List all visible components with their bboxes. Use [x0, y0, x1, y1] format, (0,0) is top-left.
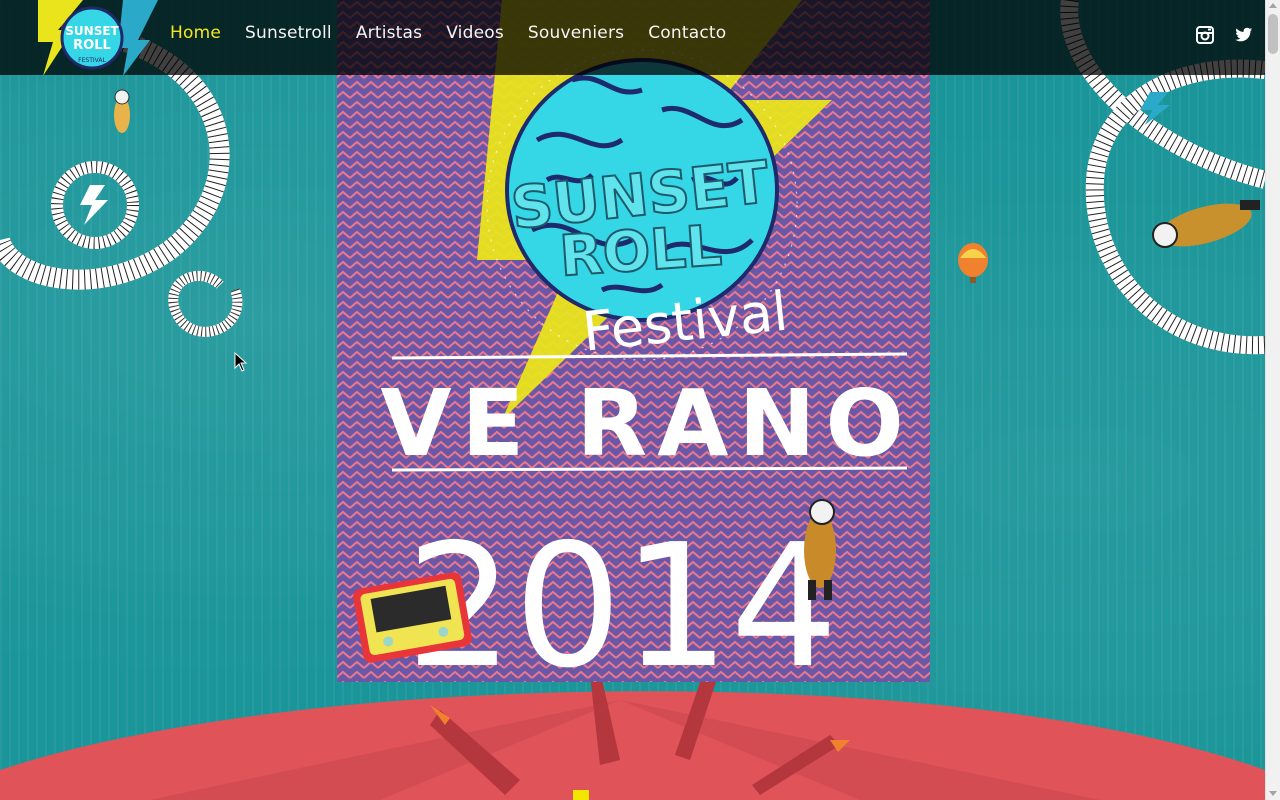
twitter-icon[interactable] [1235, 26, 1253, 44]
nav-item-sunsetroll[interactable]: Sunsetroll [245, 23, 332, 43]
left-bolt-icon [80, 185, 108, 225]
scroll-up-arrow-icon[interactable] [1269, 3, 1277, 8]
nav-item-contacto[interactable]: Contacto [648, 23, 726, 43]
nav-item-videos[interactable]: Videos [446, 23, 504, 43]
main-nav: Home Sunsetroll Artistas Videos Souvenie… [170, 23, 750, 43]
festival-poster: SUNSET ROLL Festival VE RANO 2014 [337, 0, 930, 682]
top-navbar: SUNSET ROLL FESTIVAL Home Sunsetroll Art… [0, 0, 1265, 76]
hero-background: SUNSET ROLL Festival VE RANO 2014 [0, 0, 1265, 800]
mouse-cursor [234, 352, 248, 372]
stage-dome [0, 691, 1265, 800]
scroll-down-arrow-icon[interactable] [1269, 791, 1277, 796]
nav-item-home[interactable]: Home [170, 23, 221, 43]
poster-title-line2: ROLL [558, 213, 724, 289]
nav-item-souveniers[interactable]: Souveniers [528, 23, 624, 43]
logo-text-line2: ROLL [73, 38, 111, 53]
logo-text-line3: FESTIVAL [78, 57, 106, 64]
poster-season: VE RANO [380, 370, 913, 477]
logo-text-line1: SUNSET [65, 24, 119, 38]
instagram-icon[interactable] [1196, 26, 1214, 44]
nav-item-artistas[interactable]: Artistas [356, 23, 422, 43]
poster-year: 2014 [406, 508, 839, 682]
astronaut-large-right [1152, 200, 1260, 248]
page-scrollbar[interactable] [1265, 0, 1280, 800]
astronaut-small-left [114, 89, 130, 133]
hot-air-balloon [958, 243, 988, 283]
scrollbar-thumb[interactable] [1268, 14, 1278, 54]
sunsetroll-logo[interactable]: SUNSET ROLL FESTIVAL [38, 0, 158, 76]
